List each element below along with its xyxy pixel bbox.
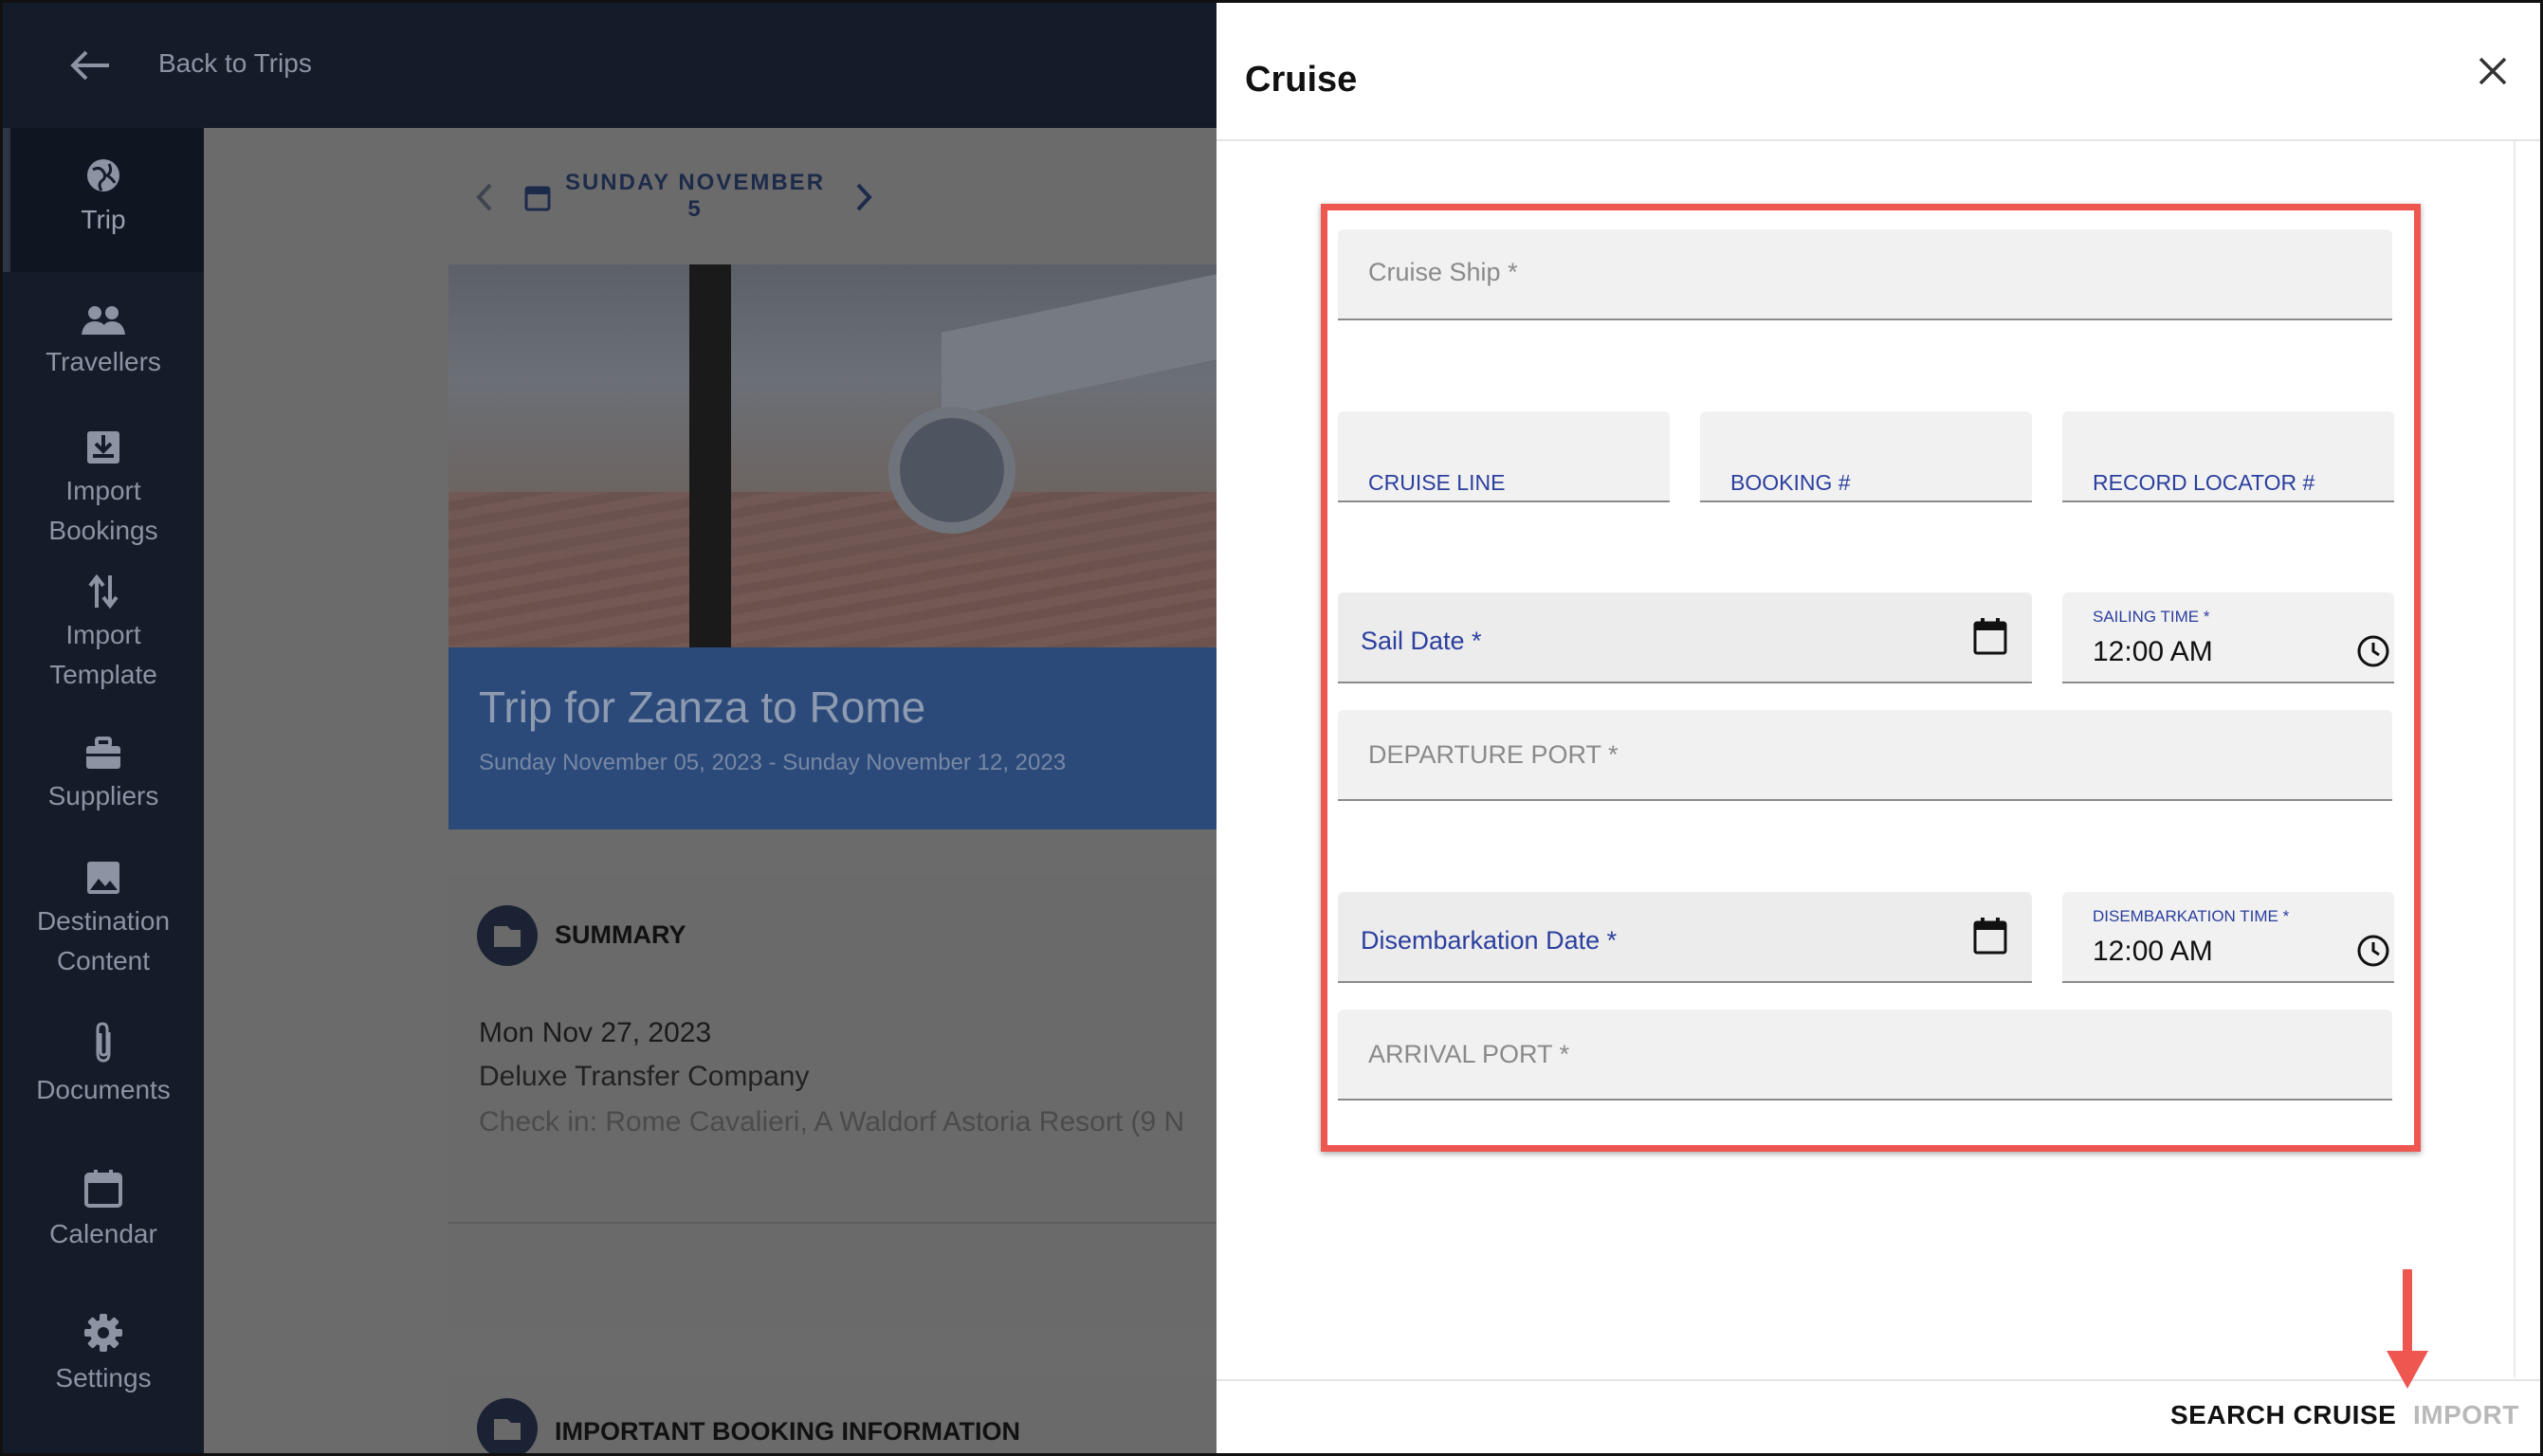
form-highlight-box: Cruise Ship * CRUISE LINE BOOKING # RECO… bbox=[1321, 204, 2421, 1152]
annotation-arrow-icon bbox=[2387, 1269, 2428, 1389]
departure-port-field[interactable]: DEPARTURE PORT * bbox=[1338, 710, 2392, 801]
back-to-trips-link[interactable]: Back to Trips bbox=[158, 48, 312, 79]
sidebar: Trip Travellers Import Bookings Import T… bbox=[3, 128, 204, 1453]
sidebar-item-documents[interactable]: Documents bbox=[3, 1021, 204, 1110]
chevron-left-icon[interactable] bbox=[475, 181, 494, 213]
arrival-port-field[interactable]: ARRIVAL PORT * bbox=[1338, 1010, 2392, 1101]
people-icon bbox=[82, 306, 125, 335]
folder-icon bbox=[477, 1398, 538, 1453]
sidebar-item-import-template[interactable]: Import Template bbox=[3, 573, 204, 695]
dialog-scrollbar[interactable] bbox=[2514, 141, 2516, 1377]
import-button[interactable]: IMPORT bbox=[2413, 1400, 2519, 1430]
image-icon bbox=[87, 862, 119, 894]
globe-icon bbox=[87, 159, 119, 191]
sidebar-item-label: Destination Content bbox=[36, 906, 171, 975]
trip-header-card: Trip for Zanza to Rome Sunday November 0… bbox=[448, 647, 1217, 829]
calendar-icon bbox=[84, 1170, 122, 1208]
disembarkation-date-field[interactable]: Disembarkation Date * bbox=[1338, 892, 2032, 983]
sidebar-item-label: Suppliers bbox=[47, 781, 159, 810]
summary-checkin: Check in: Rome Cavalieri, A Waldorf Asto… bbox=[479, 1106, 1185, 1138]
booking-info-card: IMPORTANT BOOKING INFORMATION bbox=[448, 1374, 1217, 1453]
current-date: SUNDAY NOVEMBER 5 bbox=[564, 170, 826, 222]
summary-date: Mon Nov 27, 2023 bbox=[479, 1017, 712, 1048]
sidebar-item-calendar[interactable]: Calendar bbox=[3, 1169, 204, 1254]
swap-vertical-icon bbox=[88, 573, 119, 610]
booking-number-field[interactable]: BOOKING # bbox=[1700, 411, 2032, 502]
sidebar-item-travellers[interactable]: Travellers bbox=[3, 304, 204, 382]
sail-date-field[interactable]: Sail Date * bbox=[1338, 592, 2032, 683]
app-frame: Back to Trips Trip Travellers Import Boo… bbox=[0, 0, 2543, 1456]
sidebar-item-label: Calendar bbox=[49, 1219, 157, 1248]
cruise-dialog: Cruise Cruise Ship * CRUISE LINE BOOKING… bbox=[1217, 3, 2540, 1453]
sidebar-item-suppliers[interactable]: Suppliers bbox=[3, 737, 204, 816]
trip-hero-image bbox=[448, 264, 1217, 647]
sidebar-item-trip[interactable]: Trip bbox=[3, 128, 204, 272]
clock-icon[interactable] bbox=[2356, 634, 2390, 668]
sidebar-item-label: Trip bbox=[81, 205, 126, 234]
sidebar-item-label: Import Template bbox=[49, 620, 157, 689]
sidebar-item-label: Travellers bbox=[46, 347, 161, 376]
record-locator-field[interactable]: RECORD LOCATOR # bbox=[2062, 411, 2394, 502]
calendar-icon[interactable] bbox=[1973, 917, 2007, 955]
disembarkation-time-field[interactable]: DISEMBARKATION TIME * 12:00 AM bbox=[2062, 892, 2394, 983]
sidebar-item-label: Documents bbox=[36, 1075, 171, 1104]
paperclip-icon bbox=[96, 1022, 111, 1063]
summary-company: Deluxe Transfer Company bbox=[479, 1061, 810, 1092]
cruise-ship-field[interactable]: Cruise Ship * bbox=[1338, 229, 2392, 320]
sidebar-item-settings[interactable]: Settings bbox=[3, 1313, 204, 1398]
top-bar: Back to Trips bbox=[3, 3, 1217, 128]
sidebar-item-label: Settings bbox=[55, 1363, 152, 1392]
briefcase-icon bbox=[86, 737, 120, 769]
sidebar-item-label: Import Bookings bbox=[48, 476, 158, 545]
search-cruise-button[interactable]: SEARCH CRUISE bbox=[2170, 1400, 2396, 1430]
dialog-title: Cruise bbox=[1245, 60, 1358, 100]
sailing-time-field[interactable]: SAILING TIME * 12:00 AM bbox=[2062, 592, 2394, 683]
dialog-header: Cruise bbox=[1217, 3, 2540, 141]
folder-icon bbox=[477, 905, 538, 966]
import-icon bbox=[87, 431, 119, 464]
sidebar-item-destination-content[interactable]: Destination Content bbox=[3, 860, 204, 981]
calendar-icon[interactable] bbox=[1973, 617, 2007, 655]
chevron-right-icon[interactable] bbox=[854, 181, 873, 213]
sidebar-item-import-bookings[interactable]: Import Bookings bbox=[3, 429, 204, 551]
summary-heading: SUMMARY bbox=[555, 920, 686, 949]
summary-card: SUMMARY Mon Nov 27, 2023 Deluxe Transfer… bbox=[448, 875, 1217, 1326]
trip-title: Trip for Zanza to Rome bbox=[479, 682, 926, 732]
clock-icon[interactable] bbox=[2356, 934, 2390, 968]
back-arrow-icon[interactable] bbox=[65, 45, 113, 86]
booking-info-heading: IMPORTANT BOOKING INFORMATION bbox=[555, 1417, 1020, 1446]
gear-icon bbox=[84, 1314, 122, 1352]
trip-dates: Sunday November 05, 2023 - Sunday Novemb… bbox=[479, 750, 1067, 775]
cruise-line-field[interactable]: CRUISE LINE bbox=[1338, 411, 1670, 502]
close-icon[interactable] bbox=[2478, 56, 2508, 86]
calendar-icon bbox=[524, 186, 551, 211]
